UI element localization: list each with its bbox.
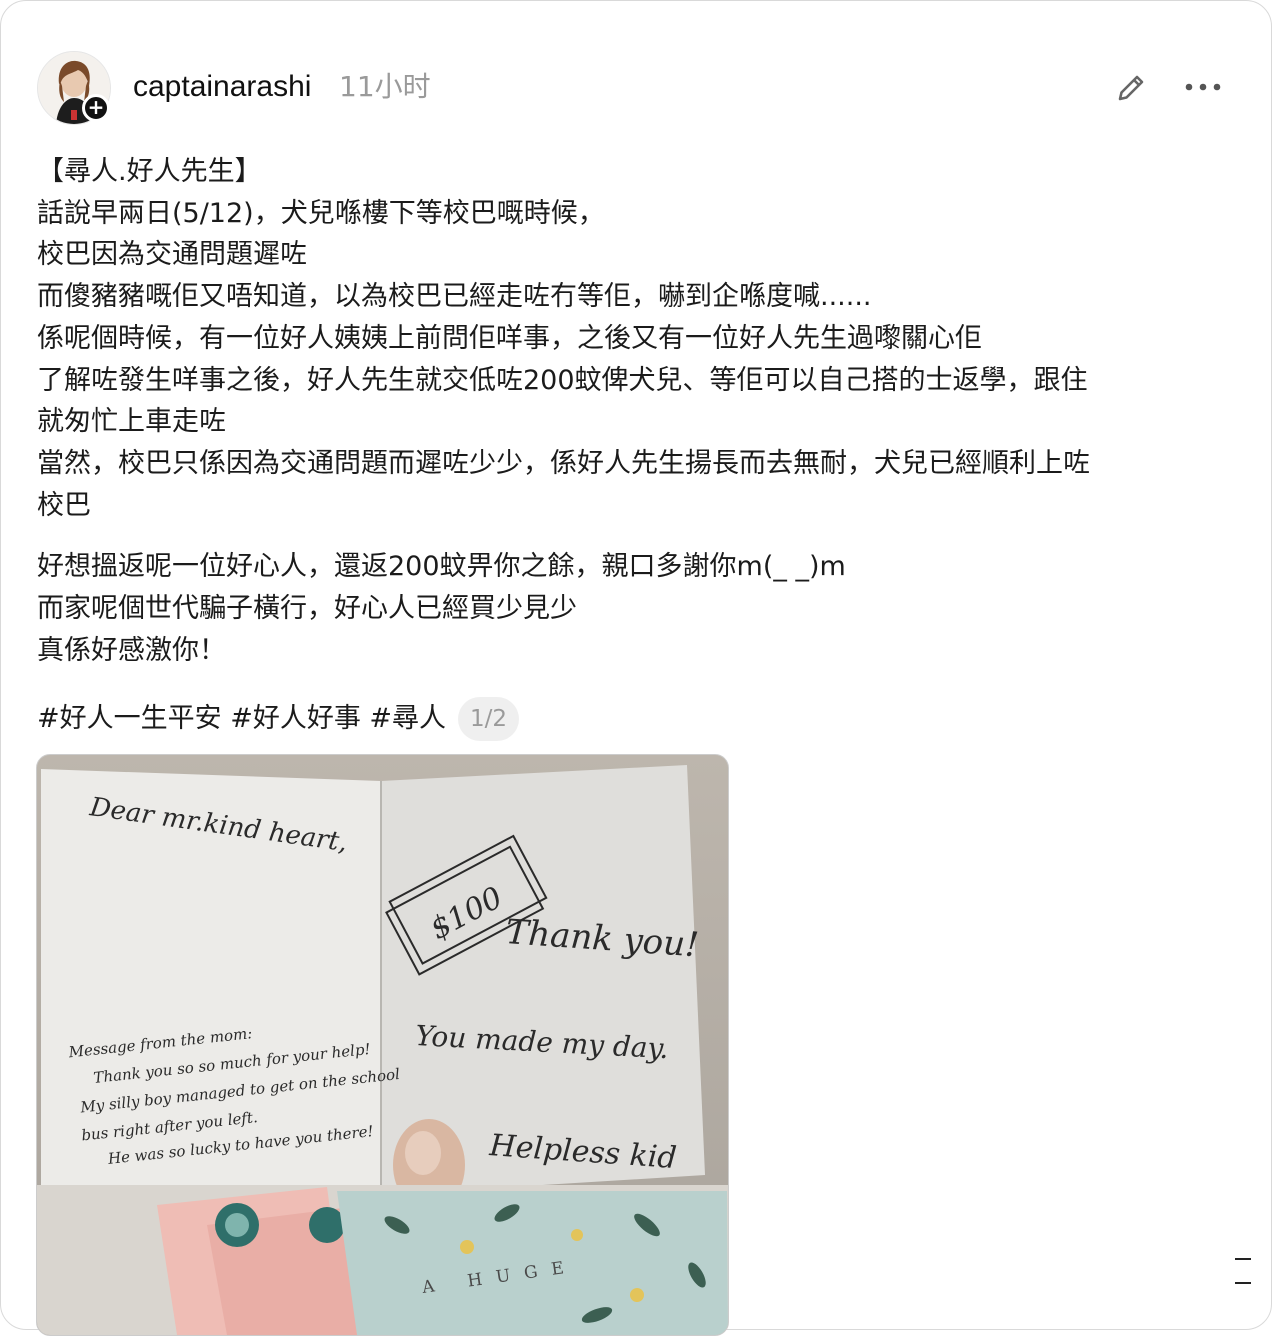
post-line: 了解咗發生咩事之後，好人先生就交低咗200蚊俾犬兒、等佢可以自己搭的士返學，跟住 — [37, 364, 1088, 396]
more-dots-icon[interactable] — [1183, 75, 1223, 99]
second-card-photo: A HUGE — [337, 1191, 728, 1335]
post-line: 係呢個時候，有一位好人姨姨上前問佢咩事，之後又有一位好人先生過嚟關心佢 — [37, 322, 982, 354]
post-line: 話說早兩日(5/12)，犬兒喺樓下等校巴嘅時候， — [37, 197, 605, 229]
post-line: 真係好感激你！ — [37, 634, 226, 666]
hashtag-list[interactable]: #好人一生平安 #好人好事 #尋人 — [37, 697, 446, 741]
post-header: + captainarashi 11小时 — [37, 49, 1257, 125]
image-page-indicator: 1/2 — [458, 697, 520, 741]
username[interactable]: captainarashi — [133, 69, 311, 105]
post-line: 校巴 — [37, 489, 91, 521]
post-card: + captainarashi 11小时 【尋人.好人先生】 話說早兩日(5/1… — [0, 0, 1272, 1336]
post-line: 【尋人.好人先生】 — [37, 156, 262, 187]
post-time: 11小时 — [339, 70, 431, 103]
hashtags: #好人一生平安 #好人好事 #尋人 1/2 — [37, 697, 520, 741]
scroll-handle-icon[interactable] — [1233, 1253, 1253, 1289]
post-image[interactable]: Dear mr.kind heart, Message from the mom… — [36, 754, 729, 1336]
post-line: 校巴因為交通問題遲咗 — [37, 239, 307, 271]
post-line: 當然，校巴只係因為交通問題而遲咗少少，係好人先生揚長而去無耐，犬兒已經順利上咗 — [37, 447, 1090, 479]
post-line: 好想搵返呢一位好心人，還返200蚊畀你之餘，親口多謝你m(_ _)m — [37, 551, 846, 583]
post-line: 而家呢個世代騙子橫行，好心人已經買少見少 — [37, 593, 577, 625]
pencil-icon[interactable] — [1112, 69, 1150, 107]
post-line: 就匆忙上車走咗 — [37, 406, 226, 438]
follow-plus-icon[interactable]: + — [82, 94, 110, 122]
post-line: 而傻豬豬嘅佢又唔知道，以為校巴已經走咗冇等佢，嚇到企喺度喊...... — [37, 281, 872, 313]
post-body: 【尋人.好人先生】 話說早兩日(5/12)，犬兒喺樓下等校巴嘅時候， 校巴因為交… — [37, 151, 1237, 671]
